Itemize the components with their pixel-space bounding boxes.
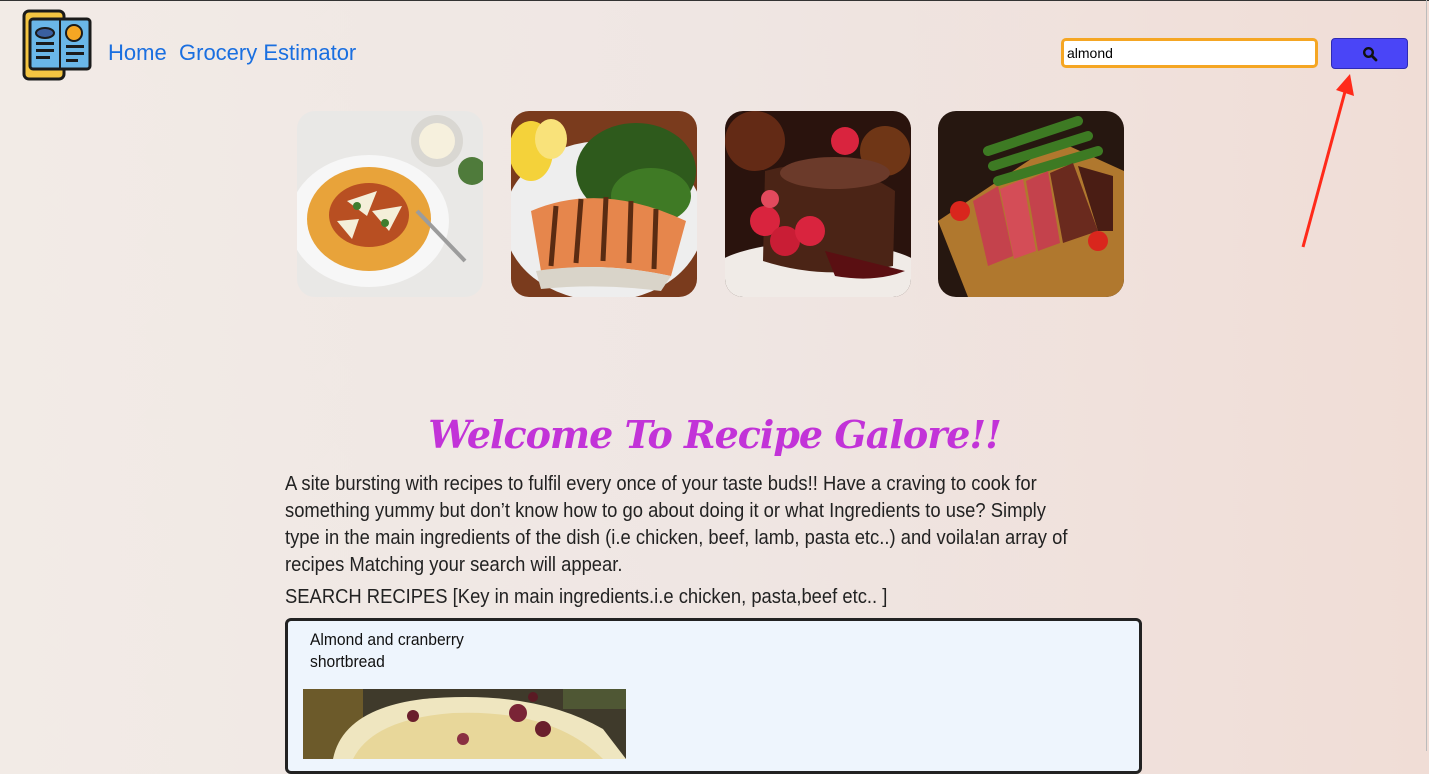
intro-paragraph: A site bursting with recipes to fulfil e… [285, 473, 1068, 576]
search-recipes-label: SEARCH RECIPES [Key in main ingredients.… [285, 586, 888, 608]
sliced-steak-image[interactable] [938, 111, 1124, 297]
result-image[interactable] [303, 689, 626, 759]
grilled-salmon-image[interactable] [511, 111, 697, 297]
nav-grocery-estimator-link[interactable]: Grocery Estimator [179, 40, 356, 66]
window-top-border [0, 0, 1429, 1]
search-input[interactable] [1061, 38, 1318, 68]
search-button[interactable] [1331, 38, 1408, 69]
site-logo[interactable] [22, 9, 94, 81]
nav-home-link[interactable]: Home [108, 40, 167, 66]
result-title[interactable]: Almond and cranberry shortbread [310, 629, 476, 673]
welcome-heading: Welcome To Recipe Galore!! [428, 412, 1002, 457]
annotation-arrow [1301, 74, 1354, 248]
window-right-border [1426, 0, 1427, 751]
pasta-dish-image[interactable] [297, 111, 483, 297]
chocolate-lava-cake-image[interactable] [725, 111, 911, 297]
search-icon [1362, 46, 1377, 61]
